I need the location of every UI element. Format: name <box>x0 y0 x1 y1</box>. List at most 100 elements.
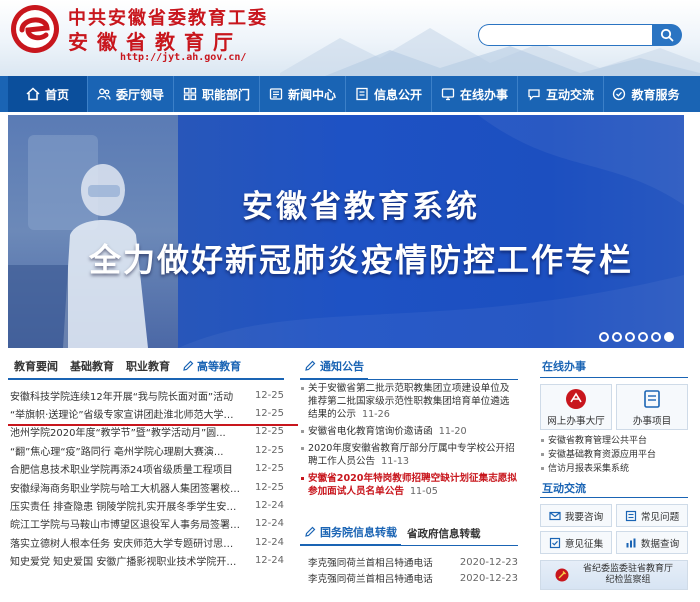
online-hall-icon <box>566 388 586 409</box>
carousel-dot[interactable] <box>651 332 661 342</box>
nav-label: 信息公开 <box>373 87 422 102</box>
home-icon <box>26 87 40 101</box>
service-link[interactable]: 安徽省教育管理公共平台 <box>540 434 688 448</box>
news-date: 12-24 <box>254 500 284 512</box>
info-icon <box>356 87 368 101</box>
list-item[interactable]: 合肥信息技术职业学院再添24项省级质量工程项目 12-25 <box>8 460 284 478</box>
tab-higher-education[interactable]: 高等教育 <box>176 358 247 380</box>
education-icon <box>613 87 626 101</box>
discipline-inspection-banner[interactable]: 省纪委监委驻省教育厅 纪检监察组 <box>540 560 688 590</box>
news-date: 12-25 <box>254 389 284 401</box>
service-title: 在线办事 <box>540 358 688 378</box>
nav-label: 职能部门 <box>201 87 250 102</box>
nav-label: 教育服务 <box>631 87 680 102</box>
tab-provincial-government[interactable]: 省政府信息转载 <box>401 526 487 545</box>
service-items-button[interactable]: 办事项目 <box>616 384 688 430</box>
nav-item-info-disclosure[interactable]: 信息公开 <box>346 76 432 112</box>
carousel-dot[interactable] <box>625 332 635 342</box>
search-button[interactable] <box>652 24 682 46</box>
tab-label: 国务院信息转载 <box>320 526 397 539</box>
discipline-line1: 省纪委监委驻省教育厅 <box>582 564 673 574</box>
party-emblem-icon <box>555 568 569 582</box>
service-link[interactable]: 信访月报表采集系统 <box>540 462 688 476</box>
search-icon <box>660 28 674 42</box>
highlight-underline <box>8 424 298 426</box>
tab-basic-education[interactable]: 基础教育 <box>64 358 120 378</box>
nav-item-leaders[interactable]: 委厅领导 <box>88 76 174 112</box>
site-url[interactable]: http://jyt.ah.gov.cn/ <box>120 52 246 63</box>
news-title: “翻”焦心理“疫”路同行 亳州学院心理剧大赛演... <box>10 446 224 458</box>
list-item[interactable]: 安徽科技学院连续12年开展“我与院长面对面”活动 12-25 <box>8 386 284 404</box>
notice-panel: 通知公告 关于安徽省第二批示范职教集团立项建设单位及推荐第二批国家级示范性职教集… <box>300 358 518 602</box>
tab-education-news[interactable]: 教育要闻 <box>8 358 64 378</box>
gov-title: 李克强同荷兰首相吕特通电话 <box>308 558 433 569</box>
notice-text: 安徽省电化教育馆询价邀请函 <box>308 426 433 437</box>
tab-vocational-education[interactable]: 职业教育 <box>120 358 176 378</box>
news-title: 压实责任 排查隐患 铜陵学院扎实开展冬季学生安全... <box>10 502 240 514</box>
nav-item-departments[interactable]: 职能部门 <box>174 76 260 112</box>
pencil-icon <box>183 360 194 371</box>
nav-item-education-service[interactable]: 教育服务 <box>604 76 688 112</box>
nav-label: 首页 <box>44 87 69 102</box>
news-panel: 教育要闻 基础教育 职业教育 高等教育 安徽科技学院连续12年开展“我与院长面对… <box>8 358 298 602</box>
tab-state-council[interactable]: 国务院信息转载 <box>300 524 401 546</box>
hero-banner[interactable]: 安徽省教育系统 全力做好新冠肺炎疫情防控工作专栏 <box>8 115 684 348</box>
notice-item[interactable]: 安徽省电化教育馆询价邀请函 11-20 <box>300 423 518 440</box>
news-title: 安徽绿海商务职业学院与哈工大机器人集团签署校企... <box>10 483 240 495</box>
news-list: 安徽科技学院连续12年开展“我与院长面对面”活动 12-25 “举旗帜·送理论”省… <box>8 386 284 570</box>
departments-icon <box>183 87 197 101</box>
list-item[interactable]: 压实责任 排查隐患 铜陵学院扎实开展冬季学生安全... 12-24 <box>8 496 284 514</box>
list-item[interactable]: 李克强同荷兰首相吕特通电话 2020-12-23 <box>300 554 518 570</box>
discipline-text: 省纪委监委驻省教育厅 纪检监察组 <box>569 564 687 586</box>
notice-item-highlight[interactable]: 安徽省2020年特岗教师招聘空缺计划征集志愿拟参加面试人员名单公告 11-05 <box>300 470 518 500</box>
list-item[interactable]: “翻”焦心理“疫”路同行 亳州学院心理剧大赛演... 12-25 <box>8 441 284 459</box>
search-input[interactable] <box>478 24 654 46</box>
list-item[interactable]: 皖江工学院与马鞍山市博望区退役军人事务局签署共... 12-24 <box>8 515 284 533</box>
news-title: 合肥信息技术职业学院再添24项省级质量工程项目 <box>10 465 233 477</box>
gov-date: 2020-12-23 <box>459 556 518 568</box>
carousel-dot-active[interactable] <box>664 332 674 342</box>
nav-label: 互动交流 <box>545 87 594 102</box>
notice-item[interactable]: 关于安徽省第二批示范职教集团立项建设单位及推荐第二批国家级示范性职教集团培育单位… <box>300 380 518 423</box>
service-items-icon <box>644 389 660 408</box>
list-item[interactable]: 李克强同荷兰首相吕特通电话 2020-12-23 <box>300 570 518 586</box>
online-hall-button[interactable]: 网上办事大厅 <box>540 384 612 430</box>
news-date: 12-25 <box>254 463 284 475</box>
list-item[interactable]: 知史爱党 知史爱国 安徽广播影视职业技术学院开展... 12-24 <box>8 552 284 570</box>
faq-button[interactable]: 常见问题 <box>616 504 688 527</box>
nav-item-home[interactable]: 首页 <box>8 76 88 112</box>
button-label: 数据查询 <box>640 538 680 550</box>
list-item[interactable]: 安徽绿海商务职业学院与哈工大机器人集团签署校企... 12-25 <box>8 478 284 496</box>
list-item[interactable]: 落实立德树人根本任务 安庆师范大学专题研讨思政课... 12-24 <box>8 533 284 551</box>
notice-list: 关于安徽省第二批示范职教集团立项建设单位及推荐第二批国家级示范性职教集团培育单位… <box>300 380 518 512</box>
gov-title: 李克强同荷兰首相吕特通电话 <box>308 574 433 585</box>
nav-label: 在线办事 <box>459 87 508 102</box>
chat-icon <box>528 89 540 101</box>
opinion-icon <box>549 537 560 548</box>
button-label: 我要咨询 <box>564 511 604 523</box>
news-title: “举旗帜·送理论”省级专家宣讲团赴淮北师范大学宣... <box>10 410 240 422</box>
header: 中共安徽省委教育工委 安徽省教育厅 http://jyt.ah.gov.cn/ <box>0 0 700 76</box>
notice-item[interactable]: 2020年度安徽省教育厅部分厅属中专学校公开招聘工作人员公告 11-13 <box>300 440 518 470</box>
banner-photo <box>8 115 178 348</box>
news-date: 12-25 <box>254 426 284 438</box>
logo-emblem-icon[interactable] <box>10 4 60 54</box>
data-query-button[interactable]: 数据查询 <box>616 531 688 554</box>
interaction-grid: 我要咨询 常见问题 意见征集 数据查询 <box>540 504 688 554</box>
notice-title[interactable]: 通知公告 <box>300 358 368 380</box>
consult-button[interactable]: 我要咨询 <box>540 504 612 527</box>
carousel-dot[interactable] <box>612 332 622 342</box>
gov-date: 2020-12-23 <box>459 572 518 584</box>
opinion-button[interactable]: 意见征集 <box>540 531 612 554</box>
tile-label: 网上办事大厅 <box>547 415 605 427</box>
nav-item-online-service[interactable]: 在线办事 <box>432 76 518 112</box>
list-item[interactable]: “举旗帜·送理论”省级专家宣讲团赴淮北师范大学宣... 12-25 <box>8 404 284 422</box>
nav-item-interaction[interactable]: 互动交流 <box>518 76 604 112</box>
online-service-icon <box>441 88 455 101</box>
service-panel: 在线办事 网上办事大厅 办事项目 安徽省教育管理公共平台 安徽基础教育资源应用平… <box>540 358 688 602</box>
nav-item-news-center[interactable]: 新闻中心 <box>260 76 346 112</box>
carousel-dot[interactable] <box>599 332 609 342</box>
carousel-dot[interactable] <box>638 332 648 342</box>
service-link[interactable]: 安徽基础教育资源应用平台 <box>540 448 688 462</box>
button-label: 意见征集 <box>564 538 604 550</box>
